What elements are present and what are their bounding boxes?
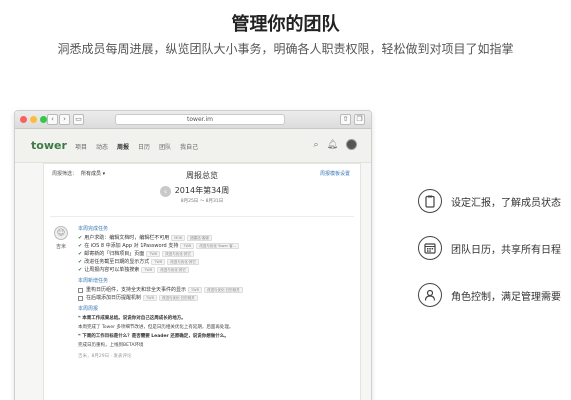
report-range: 8月25日 ～ 8月31日 — [180, 199, 224, 204]
task-text: 邮寄新的「归档项目」页面 — [84, 251, 145, 257]
task-text: 改进任务截至日期的显示方式 — [84, 259, 150, 265]
tag: 改进与优化·其它 — [162, 251, 194, 257]
report-meta[interactable]: 吉米，8月29日 · 发表评论 — [78, 353, 358, 359]
divider — [50, 216, 354, 217]
tag: TWR — [180, 243, 195, 249]
nav-reports[interactable]: 周报 — [117, 142, 129, 151]
report-content: 本周完成任务 ✔ 用户求助：编辑文档时，编辑栏不可用 MOK 团建站·客服 ✔ 在 iO… — [78, 222, 358, 359]
member[interactable]: ☺ 吉米 — [54, 226, 68, 250]
hero-subtitle: 洞悉成员每周进展，纵览团队大小事务，明确各人职责权限，轻松做到对项目了如指掌 — [57, 42, 514, 56]
checkbox[interactable] — [78, 295, 83, 301]
todo-list: 重构日历组件，支持全天和非全天事件的显示 TWR 改进与优化·日历相关 在后端添加日… — [78, 286, 358, 302]
tag: 改进与优化·其它 — [157, 267, 189, 273]
nav-calendar[interactable]: 日历 — [138, 142, 150, 151]
member-avatar[interactable]: ☺ — [54, 226, 68, 240]
app-nav: 项目 动态 周报 日历 团队 我自己 — [75, 142, 198, 151]
list-item[interactable]: 在后端添加日历提醒机制 TWR 改进与优化·日历相关 — [78, 294, 358, 302]
report-question: ❝ 下周的工作目标是什么？是否需要 Leader 还原确定，说说你想做什么。 — [78, 334, 229, 339]
nav-activity[interactable]: 动态 — [96, 142, 108, 151]
feature-list: 设定汇报，了解成员状态 团队日历，共享所有日程 角色控制，满足管理需要 — [418, 187, 561, 328]
feature-item: 设定汇报，了解成员状态 — [418, 187, 561, 215]
tag: MOK — [171, 235, 186, 241]
address-bar[interactable]: tower.im — [115, 114, 285, 125]
list-item[interactable]: 重构日历组件，支持全天和非全天事件的显示 TWR 改进与优化·日历相关 — [78, 286, 358, 294]
app-tools: ⌕ 🔔︎ — [314, 139, 357, 150]
check-icon: ✔ — [78, 243, 83, 249]
tag: TWR — [151, 259, 166, 265]
browser-toolbar-right: ⇧ ❐ — [340, 114, 365, 125]
tag: TWR — [141, 267, 156, 273]
task-text: 让周报内容可以单独搜索 — [84, 267, 140, 273]
report-card: 周报筛选： 所有成员 ▾ 周报模板设置 周报总览 ‹ 2014年第34周 8月25… — [43, 163, 361, 400]
task-text: 在 iOS 8 中添加 App 对 1Password 支持 — [84, 243, 179, 249]
app-header: tower 项目 动态 周报 日历 团队 我自己 ⌕ 🔔︎ — [15, 129, 371, 163]
user-role-icon — [418, 283, 442, 307]
tag: 改进与优化·其它 — [167, 259, 199, 265]
list-item[interactable]: ✔ 用户求助：编辑文档时，编辑栏不可用 MOK 团建站·客服 — [78, 234, 358, 242]
back-icon[interactable]: ‹ — [47, 114, 58, 125]
member-name: 吉米 — [55, 244, 66, 250]
calendar-icon — [418, 236, 442, 260]
minimize-dot-icon[interactable] — [30, 116, 37, 123]
bell-icon[interactable]: 🔔︎ — [327, 140, 338, 150]
share-icon[interactable]: ⇧ — [340, 114, 351, 125]
tag: TWR — [146, 251, 161, 257]
browser-window: ‹ › ▭ tower.im ⇧ ❐ tower 项目 动态 周报 日历 团队 … — [14, 110, 372, 400]
tag: TWR — [188, 287, 203, 293]
tag: 改进与优化·日历相关 — [204, 287, 243, 293]
tag: TWR — [143, 295, 158, 301]
task-text: 重构日历组件，支持全天和非全天事件的显示 — [86, 287, 187, 293]
forward-icon[interactable]: › — [59, 114, 70, 125]
list-item[interactable]: ✔ 让周报内容可以单独搜索 TWR 改进与优化·其它 — [78, 266, 358, 274]
list-item[interactable]: ✔ 改进任务截至日期的显示方式 TWR 改进与优化·其它 — [78, 258, 358, 266]
nav-projects[interactable]: 项目 — [75, 142, 87, 151]
report-answer: 本周完成了 Tower 多项细节改进，但是日历相关优化上有延期，后面再处理。 — [78, 325, 234, 330]
page: 管理你的团队 洞悉成员每周进展，纵览团队大小事务，明确各人职责权限，轻松做到对项… — [0, 0, 571, 400]
list-item[interactable]: ✔ 邮寄新的「归档项目」页面 TWR 改进与优化·其它 — [78, 250, 358, 258]
nav-me[interactable]: 我自己 — [180, 142, 198, 151]
search-icon[interactable]: ⌕ — [314, 140, 319, 150]
tag: 改进与优化·日历相关 — [159, 295, 198, 301]
list-item[interactable]: ✔ 在 iOS 8 中添加 App 对 1Password 支持 TWR 改进与优化·… — [78, 242, 358, 250]
maximize-dot-icon[interactable] — [40, 116, 47, 123]
feature-label: 设定汇报，了解成员状态 — [451, 197, 561, 209]
check-icon: ✔ — [78, 251, 83, 257]
clipboard-icon — [418, 189, 442, 213]
tag: 团建站·客服 — [187, 235, 212, 241]
check-icon: ✔ — [78, 259, 83, 265]
todo-section-title: 本周新增任务 — [78, 278, 109, 284]
feature-label: 团队日历，共享所有日程 — [451, 244, 561, 256]
tabs-icon[interactable]: ❐ — [354, 114, 365, 125]
feature-label: 角色控制，满足管理需要 — [451, 291, 561, 303]
tower-logo[interactable]: tower — [31, 139, 67, 152]
browser-chrome: ‹ › ▭ tower.im ⇧ ❐ — [15, 111, 371, 129]
report-week: 2014年第34周 — [174, 186, 230, 195]
task-text: 用户求助：编辑文档时，编辑栏不可用 — [84, 235, 170, 241]
feature-item: 团队日历，共享所有日程 — [418, 234, 561, 262]
window-controls — [20, 116, 47, 123]
sidebar-icon[interactable]: ▭ — [73, 114, 84, 125]
check-icon: ✔ — [78, 235, 83, 241]
report-title: 周报总览 — [186, 171, 218, 180]
task-text: 在后端添加日历提醒机制 — [86, 295, 142, 301]
avatar[interactable] — [346, 139, 357, 150]
done-section-title: 本周完成任务 — [78, 226, 109, 232]
feature-item: 角色控制，满足管理需要 — [418, 281, 561, 309]
check-icon: ✔ — [78, 267, 83, 273]
checkbox[interactable] — [78, 287, 83, 293]
report-question: ❝ 本周工作成果总结。说说你对自己这周成长的地方。 — [78, 316, 186, 321]
weekly-section-title: 本周周报 — [78, 306, 99, 312]
report-answer: 完成日历重构，上线到BETA环境 — [78, 343, 144, 348]
close-dot-icon[interactable] — [20, 116, 27, 123]
done-list: ✔ 用户求助：编辑文档时，编辑栏不可用 MOK 团建站·客服 ✔ 在 iOS 8 中添加… — [78, 234, 358, 274]
nav-team[interactable]: 团队 — [159, 142, 171, 151]
hero-title: 管理你的团队 — [231, 14, 340, 35]
tag: 改进与优化·Tower 客... — [196, 243, 240, 249]
